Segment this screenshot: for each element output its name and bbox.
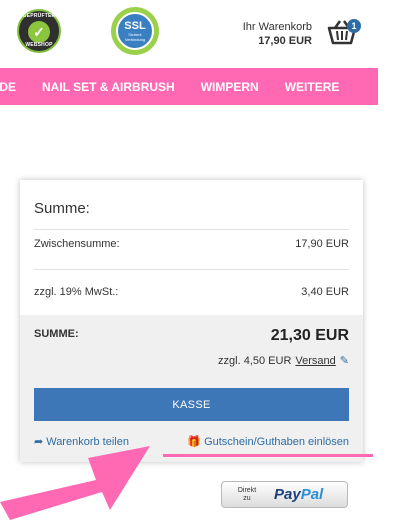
paypal-direct-button[interactable]: Direkt zu PayPal	[221, 481, 348, 508]
tax-label: zzgl. 19% MwSt.:	[34, 286, 119, 298]
cart-summary-panel: Summe: Zwischensumme: 17,90 EUR zzgl. 19…	[20, 180, 363, 462]
header: GEPRÜFTER ✓ WEBSHOP SSL Sichere Verbindu…	[0, 0, 400, 68]
nav-item-partial[interactable]: IDE	[0, 80, 29, 94]
summary-title: Summe:	[34, 200, 90, 217]
subtotal-row: Zwischensumme: 17,90 EUR	[34, 238, 349, 250]
nav-item-wimpern[interactable]: WIMPERN	[188, 80, 272, 94]
nav-item-nail-set-airbrush[interactable]: NAIL SET & AIRBRUSH	[29, 80, 188, 94]
subtotal-value: 17,90 EUR	[295, 238, 349, 250]
cart-label: Ihr Warenkorb	[242, 21, 312, 33]
total-label: SUMME:	[34, 328, 79, 340]
cart-count-badge: 1	[347, 19, 361, 33]
main-navigation: IDE NAIL SET & AIRBRUSH WIMPERN WEITERE	[0, 68, 378, 105]
paypal-zu-label: zu	[243, 494, 251, 502]
voucher-label: Gutschein/Guthaben einlösen	[204, 435, 349, 448]
shipping-prefix: zzgl. 4,50 EUR	[218, 354, 292, 367]
paypal-direkt-text: Direkt zu	[232, 487, 262, 503]
divider	[34, 229, 349, 230]
ssl-title: SSL	[124, 19, 146, 32]
nav-item-weitere[interactable]: WEITERE	[272, 80, 353, 94]
verified-webshop-badge[interactable]: GEPRÜFTER ✓ WEBSHOP	[17, 9, 61, 53]
tax-value: 3,40 EUR	[301, 286, 349, 298]
ssl-badge[interactable]: SSL Sichere Verbindung	[111, 7, 159, 55]
subtotal-label: Zwischensumme:	[34, 238, 120, 250]
divider	[34, 269, 349, 270]
paypal-pay: Pay	[274, 486, 301, 503]
cart-summary[interactable]: Ihr Warenkorb 17,90 EUR	[243, 20, 312, 48]
shipping-info: zzgl. 4,50 EUR Versand ✎	[218, 354, 349, 368]
checkmark-icon: ✓	[28, 21, 50, 43]
paypal-logo: PayPal	[274, 486, 323, 503]
gift-icon: 🎁	[187, 436, 202, 448]
checkout-button[interactable]: KASSE	[34, 388, 349, 421]
ssl-subtitle: Sichere Verbindung	[124, 31, 146, 42]
paypal-pal: Pal	[300, 486, 324, 503]
voucher-link[interactable]: 🎁 Gutschein/Guthaben einlösen	[187, 435, 349, 449]
pencil-icon[interactable]: ✎	[340, 354, 349, 367]
pointer-arrow-icon	[0, 446, 150, 520]
tax-row: zzgl. 19% MwSt.: 3,40 EUR	[34, 286, 349, 298]
shipping-link[interactable]: Versand	[295, 355, 335, 367]
highlight-underline	[163, 454, 373, 457]
cart-total: 17,90 EUR	[258, 35, 312, 47]
ssl-badge-inner: SSL Sichere Verbindung	[116, 12, 154, 50]
total-value: 21,30 EUR	[270, 327, 349, 344]
badge-top-text: GEPRÜFTER	[22, 13, 56, 19]
paypal-direkt-label: Direkt	[237, 486, 257, 494]
badge-bottom-text: WEBSHOP	[25, 42, 53, 48]
